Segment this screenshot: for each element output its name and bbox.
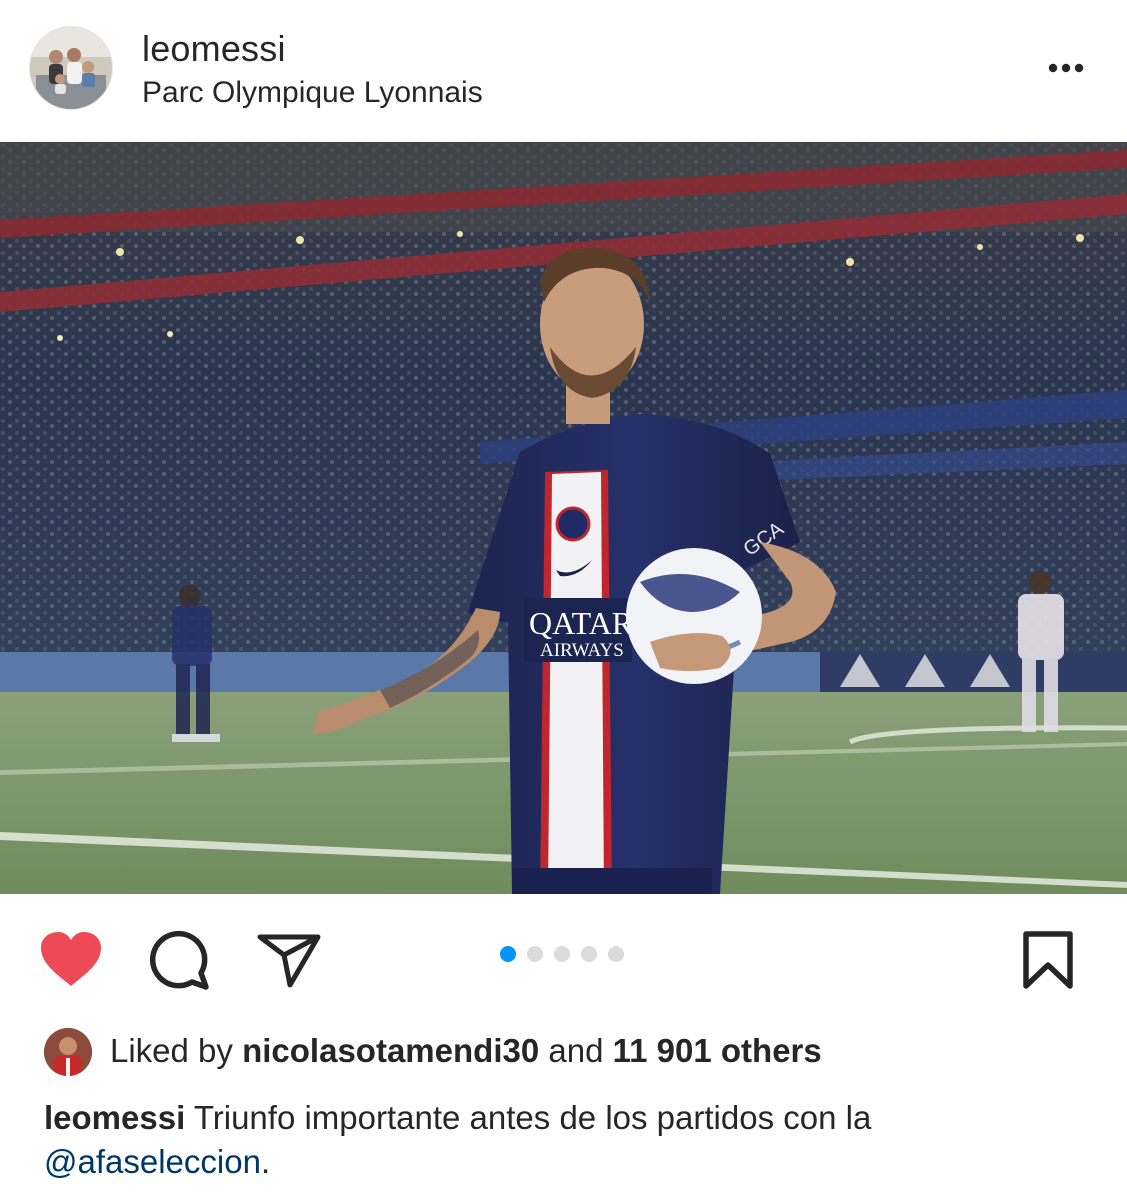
instagram-post: leomessi Parc Olympique Lyonnais QATAR A…: [0, 0, 1127, 1200]
liker-avatar[interactable]: [44, 1028, 92, 1076]
likes-others-count[interactable]: 11 901 others: [613, 1032, 822, 1069]
more-options-button[interactable]: [1040, 48, 1092, 88]
more-horizontal-icon: [1048, 63, 1084, 73]
carousel-dot: [527, 946, 543, 962]
bookmark-icon: [1023, 931, 1073, 989]
carousel-dot: [608, 946, 624, 962]
jersey-sponsor-line2: AIRWAYS: [540, 640, 624, 661]
save-button[interactable]: [1020, 930, 1076, 992]
caption-mention[interactable]: @afaseleccion: [44, 1143, 261, 1180]
comment-icon: [149, 930, 209, 990]
share-button[interactable]: [256, 932, 322, 990]
carousel-dot: [554, 946, 570, 962]
user-avatar[interactable]: [30, 27, 112, 109]
caption-suffix: .: [260, 1143, 271, 1180]
post-username[interactable]: leomessi: [142, 28, 286, 70]
likes-prefix: Liked by: [110, 1032, 233, 1069]
carousel-indicator: [500, 946, 624, 962]
likes-connector: and: [548, 1032, 604, 1069]
comment-button[interactable]: [148, 930, 210, 992]
post-photo[interactable]: QATAR AIRWAYS GCA: [0, 142, 1127, 894]
post-location[interactable]: Parc Olympique Lyonnais: [142, 76, 483, 110]
post-caption: leomessi Triunfo importante antes de los…: [44, 1096, 1104, 1184]
carousel-dot: [581, 946, 597, 962]
jersey-sponsor-line1: QATAR: [529, 605, 634, 641]
like-button[interactable]: [38, 930, 104, 990]
likes-row: Liked by nicolasotamendi30 and 11 901 ot…: [44, 1026, 1104, 1078]
post-header: leomessi Parc Olympique Lyonnais: [0, 0, 1127, 140]
caption-text: Triunfo importante antes de los partidos…: [185, 1099, 872, 1136]
caption-username[interactable]: leomessi: [44, 1099, 185, 1136]
heart-filled-icon: [41, 932, 101, 986]
liker-username[interactable]: nicolasotamendi30: [242, 1032, 539, 1069]
likes-summary: Liked by nicolasotamendi30 and 11 901 ot…: [110, 1032, 822, 1070]
send-icon: [257, 934, 321, 988]
carousel-dot-active: [500, 946, 516, 962]
